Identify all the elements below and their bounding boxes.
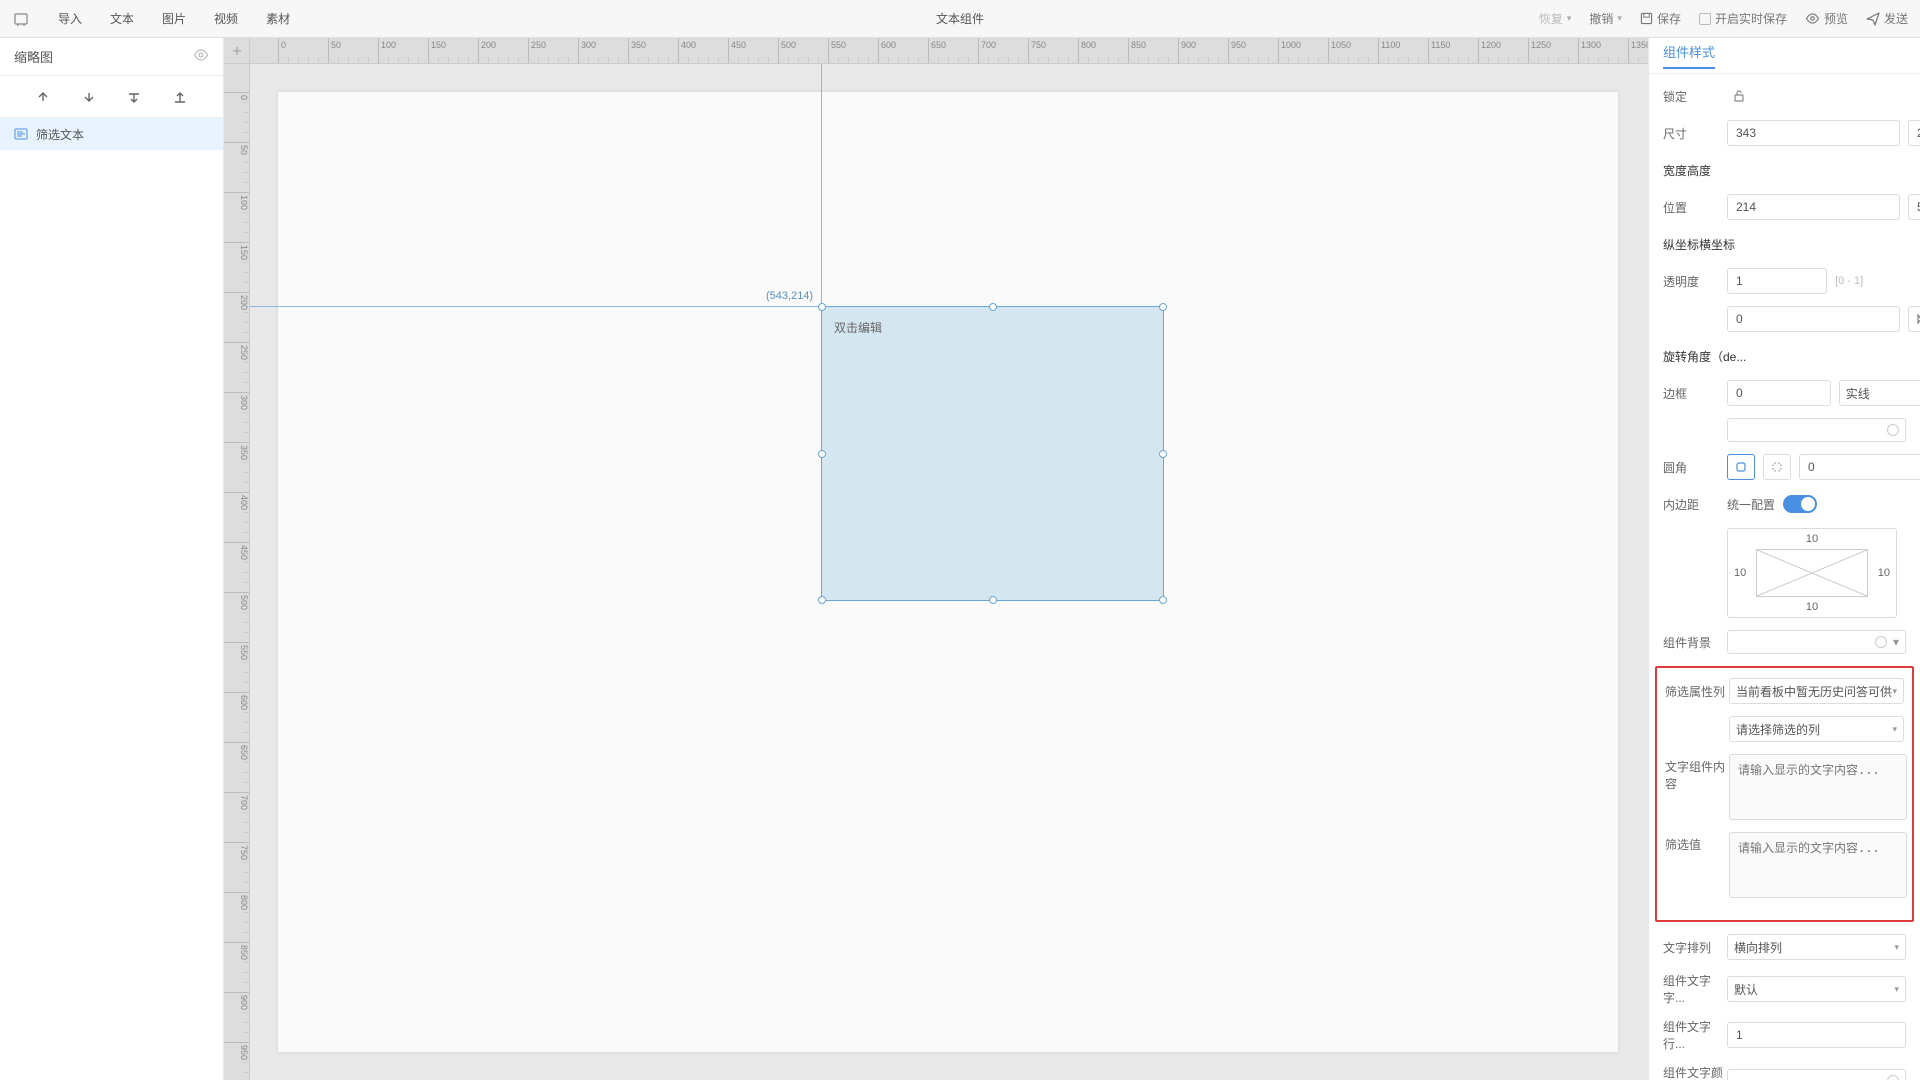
send-back-icon[interactable] [168,85,192,109]
layer-order-toolbar [0,76,223,118]
border-width-input[interactable] [1727,380,1831,406]
padding-box-control[interactable]: 10 10 10 10 [1727,528,1897,618]
prop-opacity: 透明度 [0 - 1] [1663,268,1906,294]
visibility-toggle-icon[interactable] [193,49,209,64]
component-placeholder-text[interactable]: 双击编辑 [834,319,882,336]
move-down-icon[interactable] [77,85,101,109]
menu-material[interactable]: 素材 [266,10,290,27]
menu-import[interactable]: 导入 [58,10,82,27]
bring-front-icon[interactable] [122,85,146,109]
prop-border: 边框 实线▾ [1663,380,1906,406]
guide-horizontal[interactable] [250,306,823,307]
layer-label: 筛选文本 [36,126,84,143]
prop-background: 组件背景 ▾ [1663,630,1906,654]
line-height-input[interactable] [1727,1022,1906,1048]
prop-arrange: 文字排列 横向排列▾ [1663,934,1906,960]
padding-unified-toggle[interactable] [1783,495,1817,513]
prop-filter-col2: 请选择筛选的列▾ [1665,716,1904,742]
prop-font: 组件文字字... 默认▾ [1663,972,1906,1006]
prop-radius: 圆角 [1663,454,1906,480]
text-color-swatch[interactable] [1727,1069,1906,1080]
right-panel: 组件样式 锁定 尺寸 宽度高度 位 [1648,38,1920,1080]
rotate-input[interactable] [1727,306,1900,332]
thumbnail-title: 缩略图 [14,47,53,66]
color-circle-icon [1887,424,1899,436]
resize-handle-se[interactable] [1159,596,1167,604]
prop-padding-box: 10 10 10 10 [1663,528,1906,618]
text-layer-icon [14,127,28,141]
prop-size: 尺寸 [1663,120,1906,146]
width-input[interactable] [1727,120,1900,146]
thumbnail-header: 缩略图 [0,38,223,76]
resize-handle-n[interactable] [989,303,997,311]
ruler-corner [224,38,250,64]
resize-handle-nw[interactable] [818,303,826,311]
move-up-icon[interactable] [31,85,55,109]
tab-component-style[interactable]: 组件样式 [1663,42,1715,69]
flip-horizontal-icon[interactable] [1908,306,1920,332]
pos-y-input[interactable] [1908,194,1920,220]
filter-column-select[interactable]: 请选择筛选的列▾ [1729,716,1904,742]
pos-x-input[interactable] [1727,194,1900,220]
canvas-area: 0501001502002503003504004505005506006507… [224,38,1648,1080]
coord-label: (543,214) [766,290,813,302]
canvas-page[interactable]: (543,214) 双击编辑 [278,92,1618,1052]
filter-dataset-select[interactable]: 当前看板中暂无历史问答可供▾ [1729,678,1904,704]
opacity-input[interactable] [1727,268,1827,294]
prop-text-color: 组件文字颜色 [1663,1064,1906,1080]
prop-rotate [1663,306,1906,332]
page-title: 文本组件 [936,10,984,27]
text-arrange-select[interactable]: 横向排列▾ [1727,934,1906,960]
resize-handle-sw[interactable] [818,596,826,604]
horizontal-ruler[interactable]: 0501001502002503003504004505005506006507… [250,38,1648,64]
menu-image[interactable]: 图片 [162,10,186,27]
resize-handle-e[interactable] [1159,450,1167,458]
radius-individual-icon[interactable] [1763,454,1791,480]
properties-list: 锁定 尺寸 宽度高度 位置 [1649,74,1920,1080]
resize-handle-ne[interactable] [1159,303,1167,311]
radius-input[interactable] [1799,454,1920,480]
prop-padding: 内边距 统一配置 [1663,492,1906,516]
prop-filter-col: 筛选属性列 当前看板中暂无历史问答可供▾ [1665,678,1904,704]
send-button[interactable]: 发送 [1866,10,1908,27]
prop-border-color [1663,418,1906,442]
text-content-textarea[interactable] [1729,754,1907,820]
autosave-checkbox-icon[interactable] [1699,13,1711,25]
highlighted-section: 筛选属性列 当前看板中暂无历史问答可供▾ 请选择筛选的列▾ 文字组件内容 筛选值 [1655,666,1914,922]
background-color-swatch[interactable]: ▾ [1727,630,1906,654]
autosave-toggle[interactable]: 开启实时保存 [1699,10,1787,27]
canvas-viewport[interactable]: (543,214) 双击编辑 [250,64,1648,1080]
height-input[interactable] [1908,120,1920,146]
preview-button[interactable]: 预览 [1805,10,1848,27]
font-select[interactable]: 默认▾ [1727,976,1906,1002]
resize-handle-s[interactable] [989,596,997,604]
border-style-select[interactable]: 实线▾ [1839,380,1920,406]
menu-video[interactable]: 视频 [214,10,238,27]
left-panel: 缩略图 筛选文本 [0,38,224,1080]
filter-value-textarea[interactable] [1729,832,1907,898]
prop-lock: 锁定 [1663,84,1906,108]
color-circle-icon [1875,636,1887,648]
selected-component[interactable]: 双击编辑 [821,306,1164,601]
save-button[interactable]: 保存 [1640,10,1681,27]
layer-list: 筛选文本 [0,118,223,1080]
lock-icon[interactable] [1727,84,1751,108]
guide-vertical[interactable] [821,64,822,308]
undo-button[interactable]: 撤销▾ [1589,10,1622,27]
prop-filter-value: 筛选值 [1665,832,1904,898]
prop-line-height: 组件文字行... [1663,1018,1906,1052]
properties-tabs: 组件样式 [1649,38,1920,74]
top-toolbar: 导入 文本 图片 视频 素材 文本组件 恢复▾ 撤销▾ 保存 开启实时保存 预览 [0,0,1920,38]
prop-text-content: 文字组件内容 [1665,754,1904,820]
radius-unified-icon[interactable] [1727,454,1755,480]
restore-button[interactable]: 恢复▾ [1539,10,1572,27]
border-color-swatch[interactable] [1727,418,1906,442]
menu-text[interactable]: 文本 [110,10,134,27]
resize-handle-w[interactable] [818,450,826,458]
app-logo-icon[interactable] [12,10,30,28]
vertical-ruler[interactable]: 0501001502002503003504004505005506006507… [224,64,250,1080]
color-circle-icon [1887,1075,1899,1080]
prop-position: 位置 [1663,194,1906,220]
layer-item[interactable]: 筛选文本 [0,118,223,150]
